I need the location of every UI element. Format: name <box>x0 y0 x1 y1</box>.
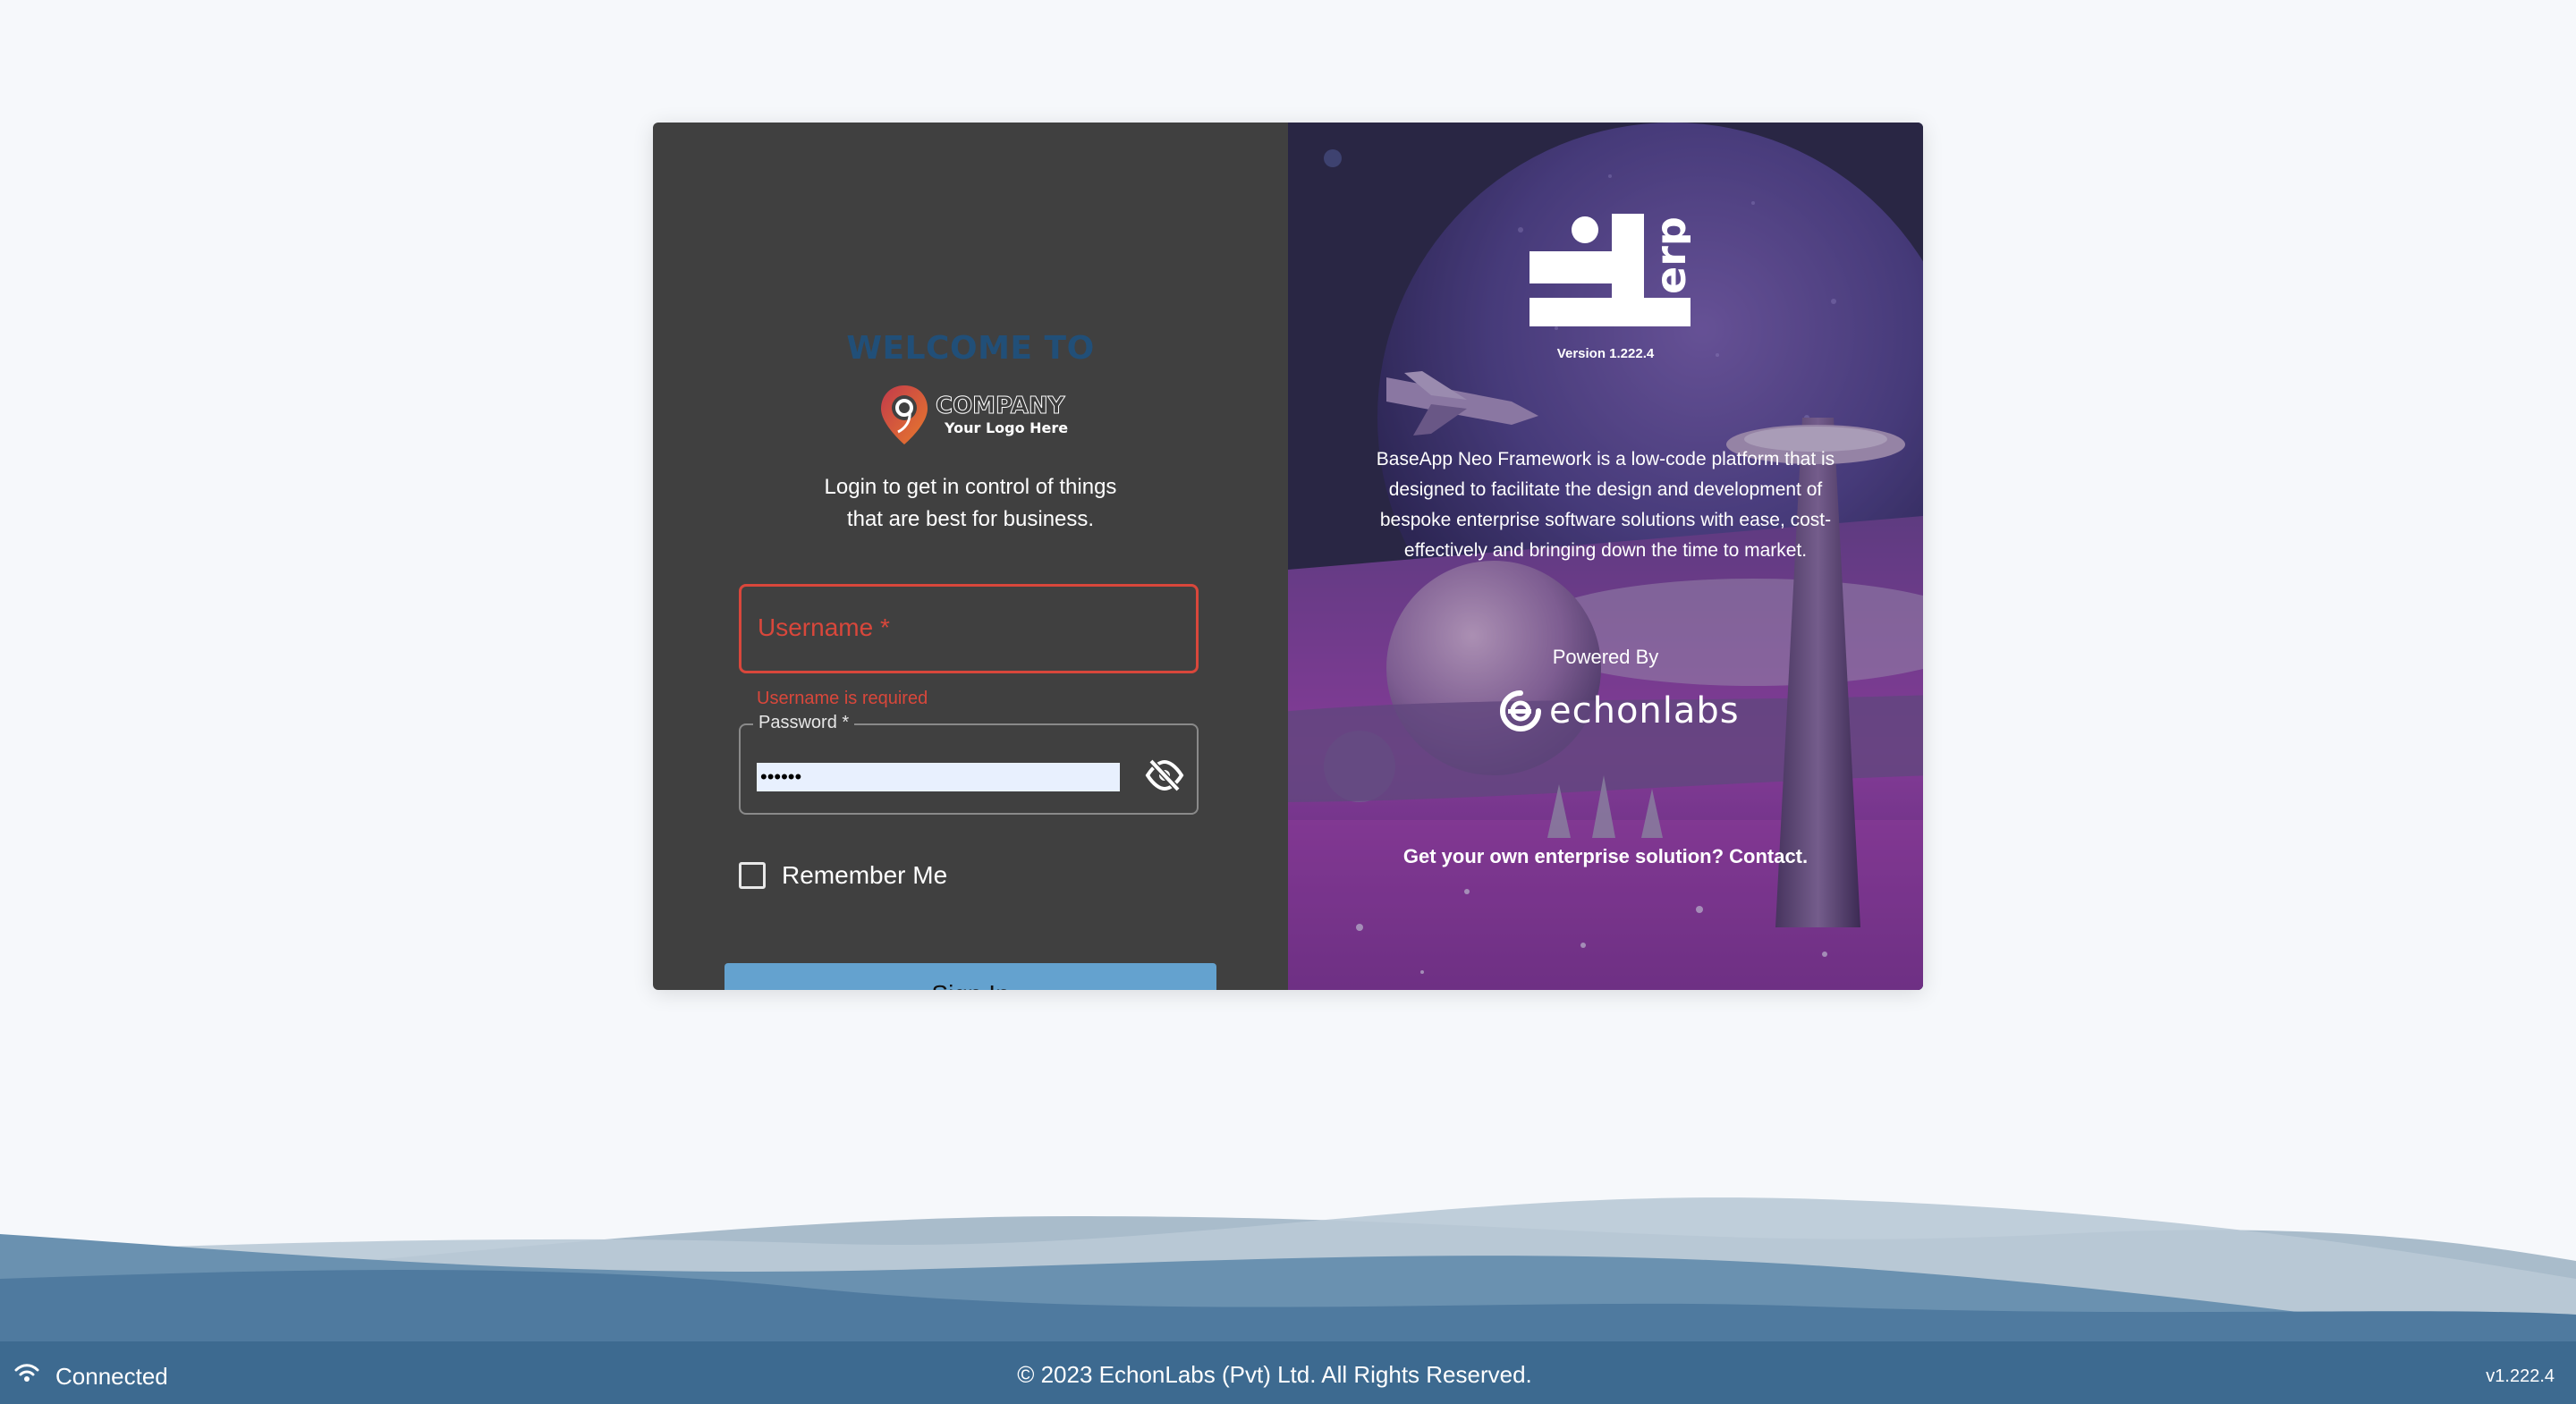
login-card: WELCOME TO COMPANY Your Logo Here Login … <box>653 123 1923 990</box>
footer-bar: Connected © 2023 EchonLabs (Pvt) Ltd. Al… <box>0 1341 2576 1404</box>
copyright-text: © 2023 EchonLabs (Pvt) Ltd. All Rights R… <box>1017 1361 1532 1388</box>
ilerp-logo: erp <box>1530 214 1690 326</box>
welcome-heading: WELCOME TO <box>846 330 1095 367</box>
login-form-panel: WELCOME TO COMPANY Your Logo Here Login … <box>653 123 1288 990</box>
map-pin-icon <box>881 385 928 444</box>
company-logo: COMPANY Your Logo Here <box>878 384 1068 446</box>
brand-panel-content: erp Version 1.222.4 BaseApp Neo Framewor… <box>1288 123 1923 990</box>
remember-me[interactable]: Remember Me <box>739 861 947 890</box>
username-input[interactable] <box>741 587 1199 672</box>
framework-description: BaseApp Neo Framework is a low-code plat… <box>1376 449 1835 561</box>
login-page: WELCOME TO COMPANY Your Logo Here Login … <box>0 0 2576 1404</box>
erp-logo-text: erp <box>1647 216 1690 294</box>
tagline-line-1: Login to get in control of things <box>824 475 1117 499</box>
echonlabs-wordmark: echonlabs <box>1549 690 1740 732</box>
remember-me-checkbox[interactable] <box>739 862 766 889</box>
sign-in-button[interactable]: Sign In <box>724 963 1216 990</box>
eye-off-icon[interactable] <box>1145 757 1184 793</box>
brand-panel: erp Version 1.222.4 BaseApp Neo Framewor… <box>1288 123 1923 990</box>
footer-version: v1.222.4 <box>2486 1366 2555 1386</box>
powered-by-label: Powered By <box>1552 646 1659 668</box>
password-input[interactable] <box>757 763 1120 791</box>
remember-me-label[interactable]: Remember Me <box>782 861 947 890</box>
contact-link[interactable]: Get your own enterprise solution? Contac… <box>1288 845 1923 868</box>
echonlabs-mark-icon <box>1500 690 1541 732</box>
tagline-line-2: that are best for business. <box>846 507 1095 531</box>
username-field[interactable]: Username * <box>739 584 1199 673</box>
username-error-message: Username is required <box>757 689 928 708</box>
echonlabs-logo: echonlabs <box>1496 686 1740 736</box>
password-field[interactable]: Password * <box>739 713 1199 815</box>
login-tagline: Login to get in control of things that a… <box>653 471 1288 536</box>
company-tagline: Your Logo Here <box>945 419 1069 436</box>
company-name: COMPANY <box>935 393 1065 419</box>
app-version: Version 1.222.4 <box>1556 346 1655 361</box>
password-label: Password * <box>753 713 855 733</box>
